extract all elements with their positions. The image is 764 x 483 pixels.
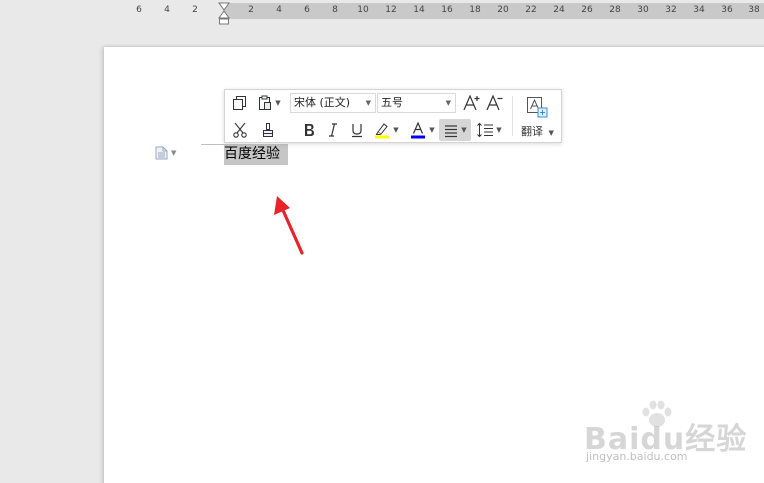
chevron-down-icon: ▼ [496,126,502,134]
ruler-tick: 6 [136,5,142,15]
baidu-jingyan-watermark: Baidu经验 jingyan.baidu.com [584,400,754,470]
chevron-down-icon: ▼ [429,126,435,134]
ruler-tick: 22 [525,5,537,15]
ruler-tick: 28 [609,5,621,15]
translate-label[interactable]: 翻译 ▼ [521,123,554,139]
chevron-down-icon: ▼ [445,99,451,107]
red-arrow-annotation [274,196,304,255]
format-painter-icon [263,123,273,137]
ruler-tick: 4 [276,5,282,15]
align-icon [445,125,458,138]
italic-icon [329,123,337,137]
watermark-url: jingyan.baidu.com [586,450,688,463]
shrink-font-icon [486,94,503,111]
highlight-button[interactable]: ▼ [371,120,401,140]
chevron-down-icon: ▼ [171,149,177,157]
underline-icon [352,124,362,138]
chevron-down-icon: ▼ [548,129,554,137]
copy-icon [233,96,246,110]
ruler-tick: 2 [192,5,198,15]
chevron-down-icon: ▼ [275,99,281,107]
paragraph-handle-icon[interactable] [155,146,168,160]
selected-text[interactable]: 百度经验 [224,144,288,165]
ruler-tick: 18 [469,5,481,15]
margin-corner-line [201,144,224,145]
ruler-tick: 8 [332,5,338,15]
ruler-tick: 32 [665,5,677,15]
translate-icon [527,97,548,118]
font-color-button[interactable]: ▼ [407,120,437,140]
grow-font-icon [463,94,480,111]
ruler-tick: 6 [304,5,310,15]
copy-button[interactable] [229,93,251,113]
floating-format-toolbar: ▼ 宋体 (正文) ▼ 五号 ▼ ▼ ▼ ▼ ▼ 翻译 ▼ [224,89,562,143]
ruler-tick: 14 [413,5,425,15]
ruler-tick: 30 [637,5,649,15]
font-size-value: 五号 [381,96,403,109]
ruler-tick: 24 [553,5,565,15]
paste-button[interactable]: ▼ [253,93,285,113]
align-button[interactable]: ▼ [439,119,471,141]
chevron-down-icon: ▼ [365,99,371,107]
paragraph-handle[interactable]: ▼ [155,145,187,161]
italic-button[interactable] [323,120,343,140]
font-size-select[interactable]: 五号 ▼ [377,93,456,113]
indent-marker-icon[interactable] [218,2,230,26]
font-color-icon [411,121,426,139]
bold-icon [305,124,314,136]
ruler-tick: 34 [693,5,705,15]
ruler-tick: 2 [248,5,254,15]
bold-button[interactable] [299,120,319,140]
ruler-tick: 20 [497,5,509,15]
ruler-tick: 10 [357,5,369,15]
wps-writer-window: 6 4 2 2 4 6 8 10 12 14 16 18 20 22 24 26… [0,0,764,483]
ruler-tick: 16 [441,5,453,15]
horizontal-ruler[interactable]: 6 4 2 2 4 6 8 10 12 14 16 18 20 22 24 26… [0,0,764,25]
paste-icon [259,95,272,110]
translate-button[interactable] [523,93,551,121]
font-name-select[interactable]: 宋体 (正文) ▼ [290,93,376,113]
ruler-tick: 38 [748,5,760,15]
ruler-tick: 36 [721,5,733,15]
font-name-value: 宋体 (正文) [294,96,351,109]
grow-font-button[interactable] [461,92,483,114]
cut-icon [233,122,247,138]
format-painter-button[interactable] [257,120,279,140]
translate-label-text: 翻译 [521,125,543,138]
line-spacing-button[interactable]: ▼ [473,120,505,140]
toolbar-divider [512,96,513,136]
cut-button[interactable] [229,120,251,140]
shrink-font-button[interactable] [484,92,506,114]
line-spacing-icon [477,122,494,138]
underline-button[interactable] [347,120,367,140]
ruler-tick: 4 [164,5,170,15]
chevron-down-icon: ▼ [461,126,467,134]
highlight-icon [375,123,390,139]
ruler-tick: 12 [385,5,397,15]
ruler-tick: 26 [581,5,593,15]
chevron-down-icon: ▼ [393,126,399,134]
